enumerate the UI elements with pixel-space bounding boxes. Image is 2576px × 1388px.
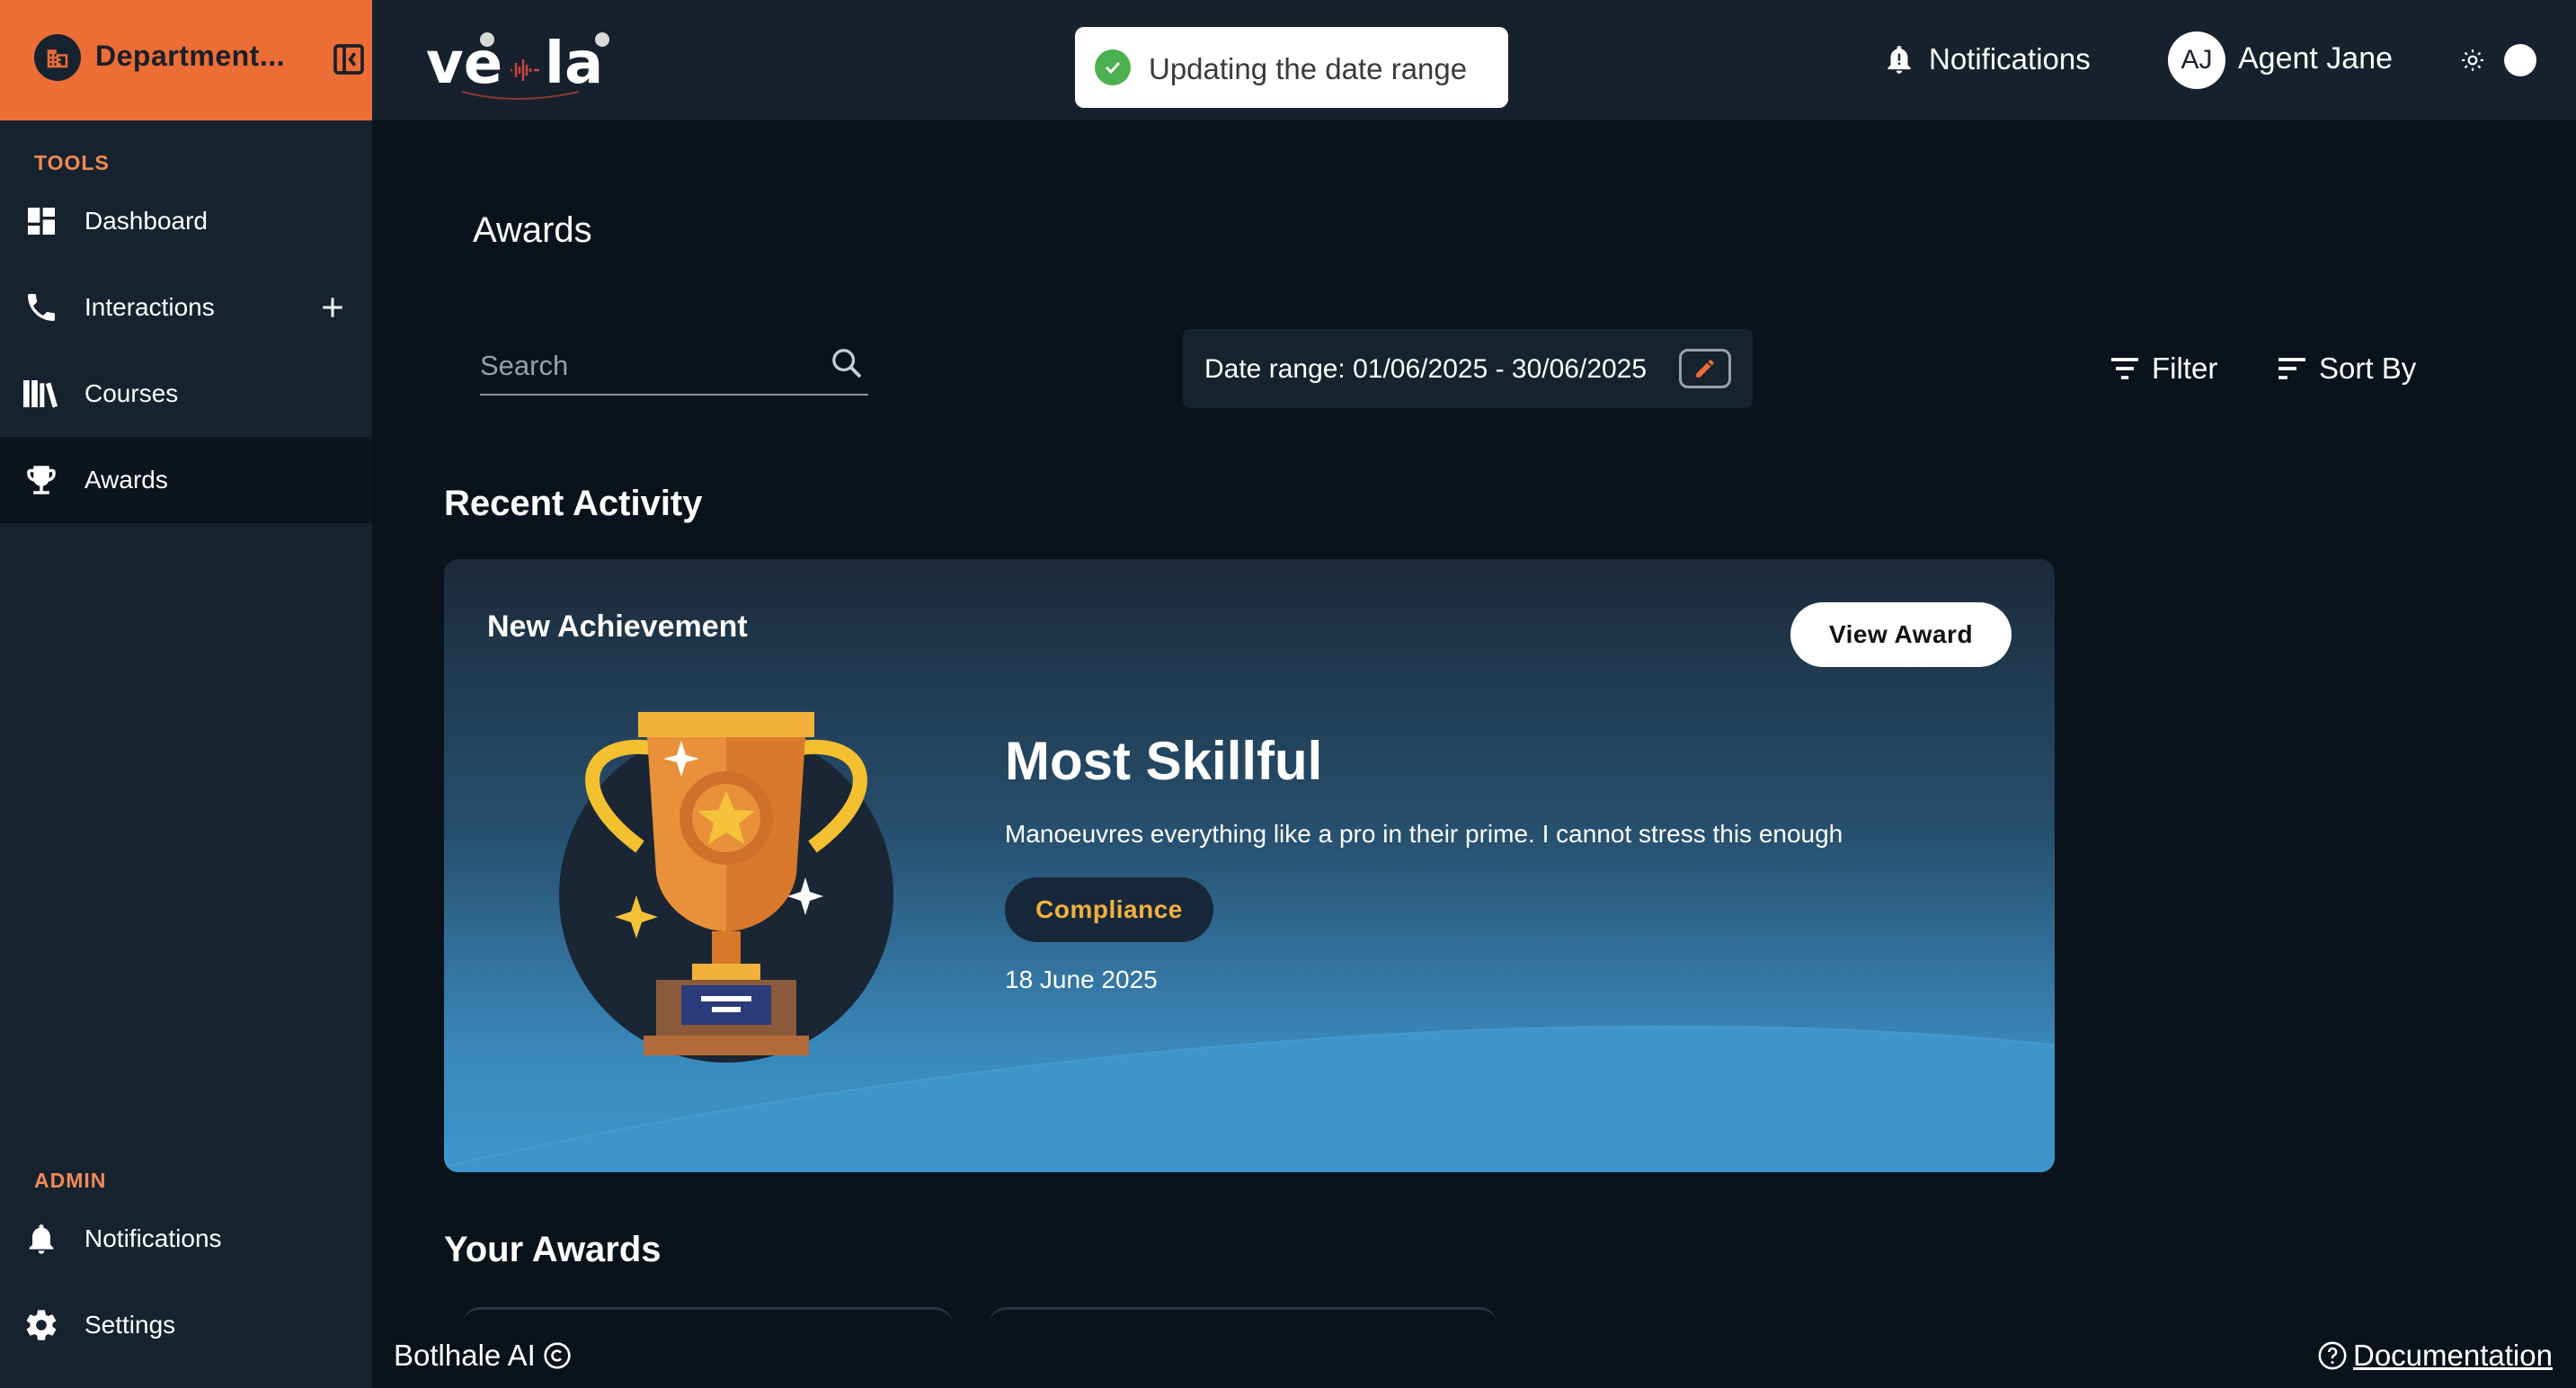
view-award-button[interactable]: View Award bbox=[1790, 602, 2012, 667]
admin-section-label: ADMIN bbox=[34, 1169, 107, 1192]
check-icon bbox=[1095, 49, 1131, 85]
search-icon[interactable] bbox=[829, 345, 865, 381]
documentation-link[interactable]: Documentation bbox=[2317, 1336, 2553, 1375]
sidebar-item-dashboard[interactable]: Dashboard bbox=[0, 178, 372, 264]
bell-icon bbox=[20, 1217, 63, 1260]
books-icon bbox=[20, 372, 63, 415]
gear-icon bbox=[20, 1303, 63, 1347]
collapse-sidebar-icon[interactable] bbox=[329, 40, 369, 79]
sort-icon bbox=[2278, 358, 2305, 379]
add-interaction-icon[interactable] bbox=[311, 286, 354, 329]
achievement-card: New Achievement View Award Most Skillful… bbox=[444, 559, 2055, 1172]
top-bar: ve la Updating the date range Notificati… bbox=[372, 0, 2576, 120]
user-name[interactable]: Agent Jane bbox=[2238, 41, 2393, 76]
sidebar-item-label: Courses bbox=[84, 379, 179, 407]
notifications-label: Notifications bbox=[1929, 42, 2091, 76]
search-input[interactable] bbox=[480, 345, 813, 387]
avatar[interactable]: AJ bbox=[2168, 31, 2225, 89]
page-title: Awards bbox=[473, 210, 592, 250]
notifications-button[interactable]: Notifications bbox=[1882, 36, 2091, 83]
sidebar-item-label: Awards bbox=[84, 466, 168, 494]
award-description: Manoeuvres everything like a pro in thei… bbox=[1005, 820, 1843, 848]
bell-icon bbox=[1888, 45, 1911, 74]
award-card[interactable] bbox=[989, 1307, 1497, 1343]
sort-button[interactable]: Sort By bbox=[2274, 345, 2416, 392]
sun-icon bbox=[2462, 49, 2483, 71]
copyright-icon bbox=[544, 1342, 571, 1369]
dashboard-icon bbox=[20, 200, 63, 243]
filter-label: Filter bbox=[2152, 351, 2218, 385]
toast-message: Updating the date range bbox=[1149, 52, 1468, 85]
date-range-picker: Date range: 01/06/2025 - 30/06/2025 bbox=[1183, 329, 1753, 408]
your-awards-heading: Your Awards bbox=[444, 1230, 662, 1269]
tools-section-label: TOOLS bbox=[34, 151, 110, 174]
sidebar-item-courses[interactable]: Courses bbox=[0, 351, 372, 437]
sidebar: Department... TOOLS Dashboard Interactio… bbox=[0, 0, 372, 1388]
sidebar-item-notifications[interactable]: Notifications bbox=[0, 1196, 372, 1282]
achievement-tag: New Achievement bbox=[487, 609, 748, 644]
department-header[interactable]: Department... bbox=[0, 0, 372, 120]
sidebar-item-label: Interactions bbox=[84, 293, 215, 321]
award-title: Most Skillful bbox=[1005, 731, 1323, 791]
footer-brand: Botlhale AI bbox=[394, 1336, 572, 1375]
sort-label: Sort By bbox=[2319, 351, 2417, 385]
trophy-icon bbox=[559, 712, 893, 1063]
pencil-icon bbox=[1696, 360, 1714, 378]
sidebar-item-label: Notifications bbox=[84, 1224, 222, 1252]
search-box bbox=[480, 340, 868, 396]
status-toast: Updating the date range bbox=[1075, 27, 1508, 108]
award-category-badge: Compliance bbox=[1005, 877, 1213, 942]
veela-logo: ve la bbox=[426, 31, 609, 100]
recent-activity-heading: Recent Activity bbox=[444, 484, 703, 523]
sidebar-item-label: Settings bbox=[84, 1311, 176, 1339]
documentation-label: Documentation bbox=[2353, 1339, 2553, 1372]
phone-icon bbox=[20, 286, 63, 329]
toggle-knob bbox=[2504, 44, 2536, 76]
theme-toggle[interactable] bbox=[2461, 41, 2536, 79]
sidebar-item-settings[interactable]: Settings bbox=[0, 1282, 372, 1368]
department-name: Department... bbox=[95, 40, 285, 72]
trophy-icon bbox=[20, 458, 63, 502]
award-date: 18 June 2025 bbox=[1005, 965, 1158, 993]
filter-button[interactable]: Filter bbox=[2107, 345, 2217, 392]
svg-text:la: la bbox=[545, 31, 603, 97]
sidebar-item-awards[interactable]: Awards bbox=[0, 437, 372, 523]
edit-date-range-button[interactable] bbox=[1679, 349, 1731, 388]
sidebar-item-label: Dashboard bbox=[84, 207, 208, 235]
building-icon bbox=[34, 34, 81, 81]
sidebar-item-interactions[interactable]: Interactions bbox=[0, 264, 372, 351]
filter-icon bbox=[2111, 358, 2138, 379]
date-range-label: Date range: 01/06/2025 - 30/06/2025 bbox=[1204, 354, 1648, 384]
brand-label: Botlhale AI bbox=[394, 1339, 536, 1372]
help-icon bbox=[2318, 1341, 2347, 1370]
